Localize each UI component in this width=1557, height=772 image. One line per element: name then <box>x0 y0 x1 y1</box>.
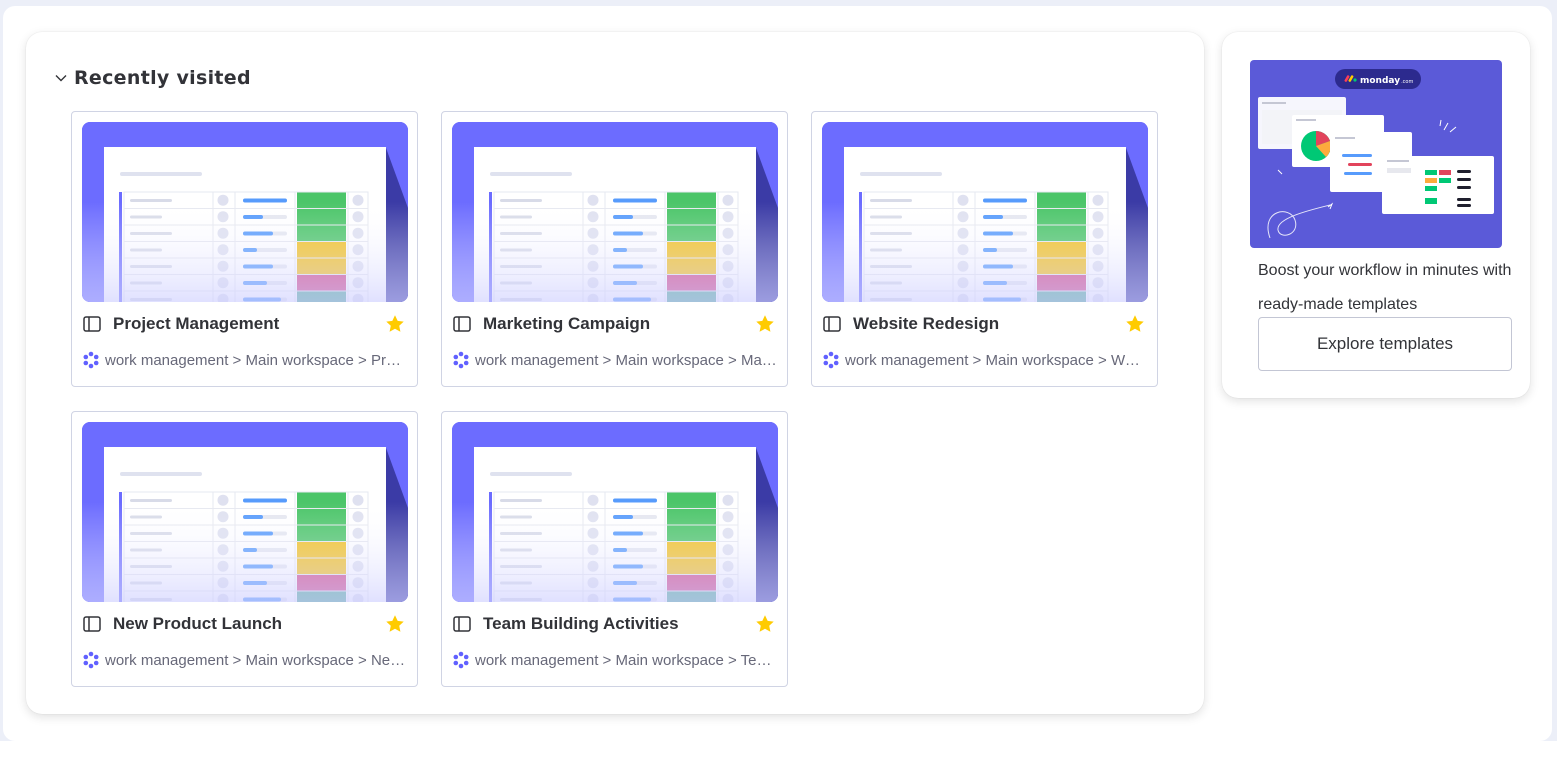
star-icon[interactable] <box>384 613 406 635</box>
templates-promo-text: Boost your workflow in minutes with read… <box>1258 262 1512 313</box>
board-thumbnail[interactable] <box>82 422 408 602</box>
board-card[interactable]: Website Redesign work management > Main … <box>811 111 1158 387</box>
board-path: work management > Main workspace > New P… <box>105 651 408 669</box>
bottom-area <box>0 741 1557 772</box>
board-thumbnail[interactable] <box>452 422 778 602</box>
board-title[interactable]: Website Redesign <box>853 314 1124 334</box>
board-thumbnail[interactable] <box>82 122 408 302</box>
board-thumbnail[interactable] <box>822 122 1148 302</box>
board-card[interactable]: Marketing Campaign work management > Mai… <box>441 111 788 387</box>
board-breadcrumb: work management > Main workspace > New P… <box>82 650 408 670</box>
board-card-header: New Product Launch <box>82 612 408 636</box>
board-card[interactable]: New Product Launch work management > Mai… <box>71 411 418 687</box>
section-title: Recently visited <box>74 67 251 89</box>
templates-promo-panel: monday.com Boost your workflow in minute… <box>1222 32 1530 398</box>
board-thumbnail[interactable] <box>452 122 778 302</box>
board-card-header: Project Management <box>82 312 408 336</box>
board-path: work management > Main workspace > Proje… <box>105 351 408 369</box>
work-management-icon <box>82 651 100 669</box>
board-icon <box>452 314 472 334</box>
explore-templates-button[interactable]: Explore templates <box>1258 317 1512 371</box>
board-card-header: Website Redesign <box>822 312 1148 336</box>
work-management-icon <box>452 651 470 669</box>
brand-label: monday <box>1360 76 1400 86</box>
board-path: work management > Main workspace > Team … <box>475 651 778 669</box>
brand-suffix: .com <box>1401 79 1413 85</box>
recently-visited-panel: Recently visited Project Management work… <box>26 32 1204 714</box>
board-title[interactable]: New Product Launch <box>113 614 384 634</box>
work-management-icon <box>82 351 100 369</box>
board-card-header: Marketing Campaign <box>452 312 778 336</box>
work-management-icon <box>452 351 470 369</box>
board-icon <box>822 314 842 334</box>
star-icon[interactable] <box>754 613 776 635</box>
templates-preview-image: monday.com <box>1250 60 1502 248</box>
work-management-icon <box>822 351 840 369</box>
board-title[interactable]: Team Building Activities <box>483 614 754 634</box>
board-breadcrumb: work management > Main workspace > Team … <box>452 650 778 670</box>
star-icon[interactable] <box>384 313 406 335</box>
board-path: work management > Main workspace > Marke… <box>475 351 778 369</box>
board-path: work management > Main workspace > Websi… <box>845 351 1148 369</box>
board-icon <box>452 614 472 634</box>
board-title[interactable]: Project Management <box>113 314 384 334</box>
chevron-down-icon[interactable] <box>54 71 68 85</box>
recently-visited-header[interactable]: Recently visited <box>54 66 251 90</box>
board-breadcrumb: work management > Main workspace > Proje… <box>82 350 408 370</box>
board-breadcrumb: work management > Main workspace > Websi… <box>822 350 1148 370</box>
board-breadcrumb: work management > Main workspace > Marke… <box>452 350 778 370</box>
board-card[interactable]: Project Management work management > Mai… <box>71 111 418 387</box>
board-title[interactable]: Marketing Campaign <box>483 314 754 334</box>
board-icon <box>82 614 102 634</box>
board-card[interactable]: Team Building Activities work management… <box>441 411 788 687</box>
board-card-header: Team Building Activities <box>452 612 778 636</box>
star-icon[interactable] <box>1124 313 1146 335</box>
star-icon[interactable] <box>754 313 776 335</box>
board-icon <box>82 314 102 334</box>
